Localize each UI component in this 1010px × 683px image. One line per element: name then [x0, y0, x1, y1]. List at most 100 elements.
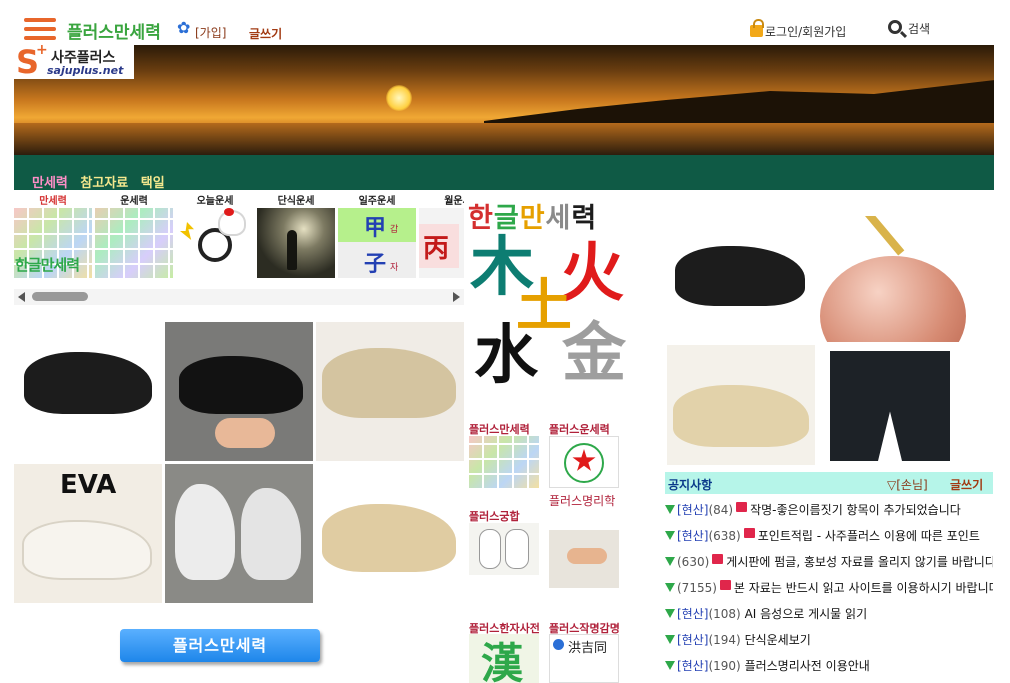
hangul-char: 력: [571, 203, 598, 234]
thumb-label: 단식운세: [277, 196, 315, 207]
thumb-today[interactable]: 오늘운세: [176, 192, 254, 278]
scroll-right-icon[interactable]: [453, 292, 460, 302]
notice-category: [현산]: [677, 529, 709, 543]
search-label: 검색: [908, 22, 931, 36]
name-sample: 洪吉同: [568, 641, 608, 656]
memo-icon: [719, 580, 731, 590]
notice-row[interactable]: [현산](108) AI 음성으로 게시물 읽기: [665, 605, 993, 625]
thumb-dansik[interactable]: 단식운세: [257, 192, 335, 278]
thumbnail-scrollbar[interactable]: [14, 289, 464, 305]
scroll-thumb[interactable]: [32, 292, 88, 301]
notice-row[interactable]: [현산](194) 단식운세보기: [665, 631, 993, 651]
thumb-manse[interactable]: 만세력 한글만세력: [14, 192, 92, 278]
plus-unse-image[interactable]: [549, 436, 619, 488]
plus-jakmyeong-image[interactable]: 洪吉同: [549, 634, 619, 683]
five-elements-graphic[interactable]: 木 火 土 水 金: [470, 232, 630, 392]
product-image[interactable]: [667, 216, 815, 342]
thumb-hanja-byeong: 丙: [423, 234, 450, 264]
product-image[interactable]: [14, 322, 162, 461]
join-link[interactable]: [가입]: [195, 24, 226, 41]
product-image[interactable]: [165, 322, 313, 461]
login-link[interactable]: 로그인/회원가입: [750, 19, 847, 40]
notice-count: (108): [708, 607, 741, 621]
memo-icon: [712, 554, 724, 564]
plus-hanja-image[interactable]: 漢: [469, 634, 539, 683]
notice-count: (84): [708, 503, 734, 517]
thumb-ilju[interactable]: 일주운세 甲 갑 子 자: [338, 192, 416, 278]
search-icon: [888, 20, 902, 34]
login-label: 로그인/회원가입: [765, 25, 847, 39]
thumb-image: 甲 갑 子 자: [338, 208, 416, 278]
notice-row[interactable]: [현산](84) 작명-좋은이름짓기 항목이 추가되었습니다: [665, 501, 993, 521]
notice-count: (7155): [677, 581, 717, 595]
site-logo[interactable]: S + 사주플러스 sajuplus.net: [14, 42, 134, 81]
thumb-image: 丙: [419, 208, 464, 278]
notice-list: [현산](84) 작명-좋은이름짓기 항목이 추가되었습니다 [현산](638) 포…: [665, 497, 993, 683]
product-image[interactable]: [818, 216, 966, 342]
sun-graphic: [386, 85, 412, 111]
product-image[interactable]: [316, 322, 464, 461]
notice-category: [현산]: [677, 503, 709, 517]
notice-count: (630): [677, 555, 710, 569]
notice-write-link[interactable]: 글쓰기: [950, 476, 983, 493]
notice-row[interactable]: (630) 게시판에 펌글, 홍보성 자료를 올리지 않기를 바랍니다: [665, 553, 993, 573]
write-link[interactable]: 글쓰기: [249, 25, 282, 42]
logo-name-en: sajuplus.net: [47, 64, 124, 77]
notice-row-title: AI 음성으로 게시물 읽기: [744, 607, 868, 621]
menu-icon[interactable]: [24, 18, 56, 40]
hangul-char: 세: [545, 203, 572, 234]
label-plus-gunghap[interactable]: 플러스궁합: [469, 508, 520, 524]
lock-icon: [750, 19, 764, 37]
thumb-wol[interactable]: 월운세 丙: [419, 192, 464, 278]
thumb-image: [176, 208, 254, 278]
thumb-hangul-text: 한글만세력: [15, 256, 80, 274]
plus-gunghap-image[interactable]: [469, 523, 539, 575]
notice-count: (638): [708, 529, 741, 543]
triangle-icon: [665, 505, 675, 514]
thumb-unse[interactable]: 운세력: [95, 192, 173, 278]
element-water: 水: [474, 318, 538, 393]
lake-graphic: [14, 123, 994, 155]
search-link[interactable]: 검색: [888, 20, 930, 37]
gear-icon[interactable]: ✿: [177, 18, 190, 37]
thumb-image: 한글만세력: [14, 208, 92, 278]
plus-manse-image[interactable]: [469, 436, 539, 488]
product-image[interactable]: [818, 345, 966, 465]
notice-category: [현산]: [677, 607, 709, 621]
rooster-comb-icon: [224, 208, 234, 216]
thumb-label: 운세력: [120, 196, 148, 207]
triangle-icon: [665, 557, 675, 566]
label-plus-myeongri[interactable]: 플러스명리학: [549, 493, 621, 509]
notice-guest[interactable]: ▽[손님]: [887, 476, 928, 493]
nav-item-reference[interactable]: 참고자료: [80, 176, 128, 190]
thumb-image: [95, 208, 173, 278]
notice-row-title: 게시판에 펌글, 홍보성 자료를 올리지 않기를 바랍니다: [726, 555, 993, 569]
notice-count: (190): [708, 659, 741, 673]
plus-manse-button[interactable]: 플러스만세력: [120, 629, 320, 662]
plus-myeongri-image[interactable]: [549, 530, 619, 588]
product-image[interactable]: [165, 464, 313, 603]
product-image[interactable]: [316, 464, 464, 603]
notice-row[interactable]: [현산](190) 플러스명리사전 이용안내: [665, 657, 993, 677]
memo-icon: [736, 502, 748, 512]
notice-row[interactable]: [현산](638) 포인트적립 - 사주플러스 이용에 따른 포인트: [665, 527, 993, 547]
nav-item-taegil[interactable]: 택일: [141, 176, 165, 190]
notice-count: (194): [708, 633, 741, 647]
thumb-hanja-ja: 子: [364, 252, 387, 277]
notice-row[interactable]: (7155) 본 자료는 반드시 읽고 사이트를 이용하시기 바랍니다: [665, 579, 993, 599]
product-image[interactable]: [667, 345, 815, 465]
scroll-left-icon[interactable]: [18, 292, 25, 302]
top-bar: 플러스만세력 ✿ [가입] 글쓰기 로그인/회원가입 검색: [0, 0, 1010, 46]
label-plus-unse[interactable]: 플러스운세력: [549, 421, 610, 437]
logo-plus: +: [36, 42, 48, 58]
product-image[interactable]: EVA: [14, 464, 162, 603]
site-title[interactable]: 플러스만세력: [67, 18, 161, 43]
thumb-hanja-gap-sub: 갑: [390, 225, 399, 235]
thumb-label: 월운세: [444, 196, 464, 207]
notice-header: 공지사항 ▽[손님] 글쓰기: [665, 472, 993, 494]
memo-icon: [743, 528, 755, 538]
notice-title[interactable]: 공지사항: [668, 476, 712, 493]
nav-item-manse[interactable]: 만세력: [32, 176, 68, 190]
thumb-label: 오늘운세: [196, 196, 234, 207]
label-plus-manse[interactable]: 플러스만세력: [469, 421, 530, 437]
